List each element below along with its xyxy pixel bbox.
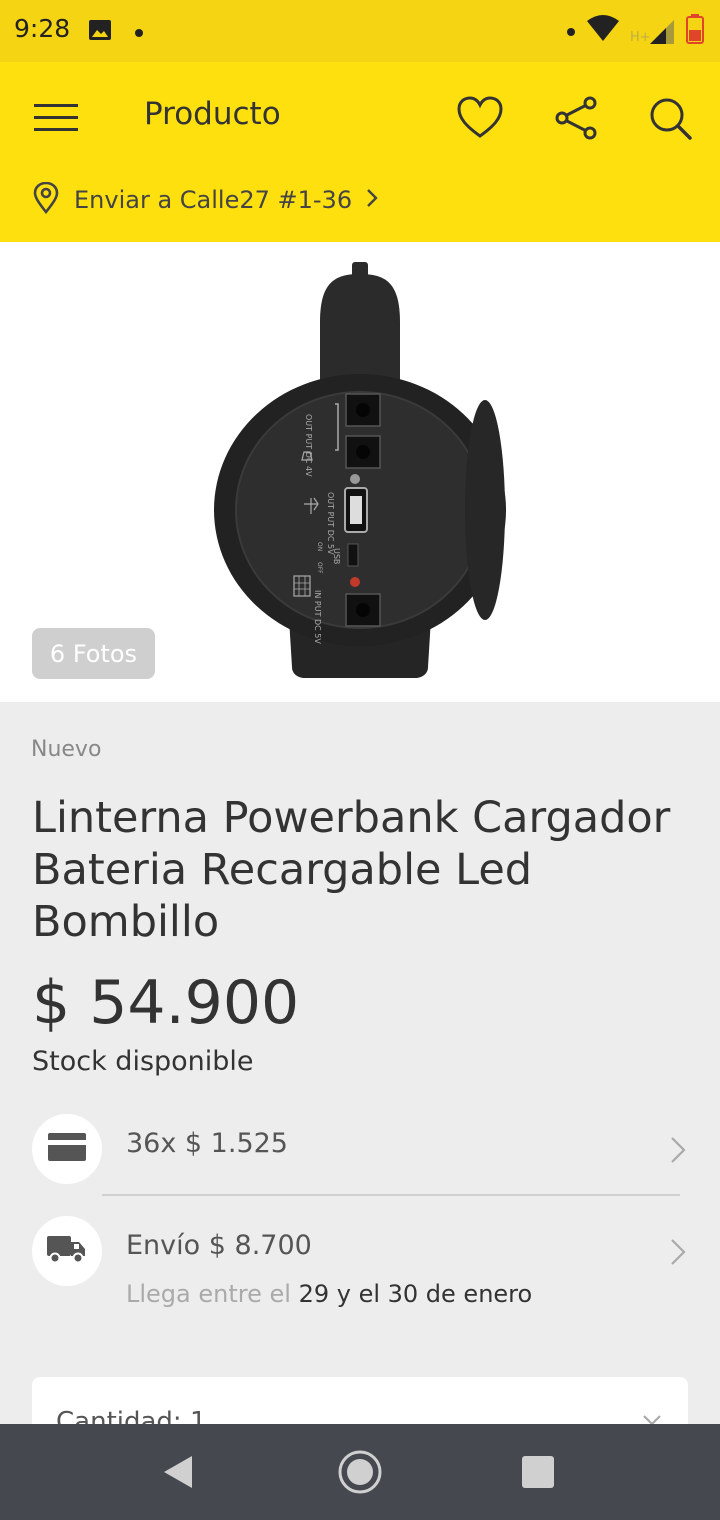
delivery-icon-circle: [32, 1216, 102, 1286]
device-label-off: OFF: [316, 562, 323, 574]
product-condition: Nuevo: [31, 737, 102, 762]
home-icon[interactable]: [336, 1448, 384, 1500]
payment-icon-circle: [32, 1114, 102, 1184]
system-navigation-bar: [0, 1424, 720, 1520]
product-title: Linterna Powerbank Cargador Bateria Reca…: [32, 793, 671, 947]
cell-signal-icon: H+: [630, 16, 676, 46]
stock-status: Stock disponible: [32, 1046, 254, 1077]
chevron-right-icon: [670, 1238, 686, 1270]
truck-icon: [47, 1234, 87, 1268]
status-bar: 9:28 H+: [0, 0, 720, 62]
device-label-output: OUT PUT DC 4V: [304, 414, 313, 477]
search-icon[interactable]: [648, 96, 694, 146]
battery-icon: [686, 14, 704, 48]
shipping-address-link[interactable]: Enviar a Calle27 #1-36: [32, 181, 378, 218]
page-title: Producto: [144, 96, 281, 132]
arrival-dates: 29 y el 30 de enero: [298, 1280, 533, 1308]
delivery-cost-text: Envío $ 8.700: [126, 1230, 312, 1261]
shipping-address-label: Enviar a Calle27 #1-36: [74, 186, 353, 214]
device-label-usb-output: OUT PUT DC 5V: [326, 492, 335, 555]
wifi-icon: [586, 15, 620, 47]
notification-dot-icon: [566, 22, 576, 41]
product-price: $ 54.900: [32, 968, 300, 1038]
installments-text: 36x $ 1.525: [126, 1128, 288, 1159]
product-image-gallery[interactable]: OUT PUT DC 4V OUT PUT DC 5V USB ON OFF I…: [0, 242, 720, 702]
photo-count-badge[interactable]: 6 Fotos: [32, 628, 155, 679]
notification-dot-icon: [134, 23, 144, 42]
network-type: H+: [630, 30, 651, 45]
device-label-on: ON: [316, 542, 323, 551]
recent-apps-icon[interactable]: [522, 1456, 554, 1492]
image-notification-icon: [88, 18, 112, 46]
menu-icon[interactable]: [34, 100, 78, 134]
arrival-prefix: Llega entre el: [126, 1280, 299, 1308]
back-icon[interactable]: [160, 1454, 196, 1494]
device-label-input: IN PUT DC 5V: [313, 590, 322, 644]
credit-card-icon: [48, 1133, 86, 1165]
chevron-right-icon: [366, 188, 378, 212]
delivery-arrival-text: Llega entre el 29 y el 30 de enero: [126, 1280, 532, 1308]
device-label-usb-switch: USB: [332, 548, 341, 564]
share-icon[interactable]: [554, 96, 598, 144]
location-pin-icon: [32, 181, 60, 218]
chevron-right-icon: [670, 1136, 686, 1168]
status-time: 9:28: [14, 14, 71, 43]
divider: [102, 1194, 680, 1196]
favorite-heart-icon[interactable]: [456, 96, 504, 144]
